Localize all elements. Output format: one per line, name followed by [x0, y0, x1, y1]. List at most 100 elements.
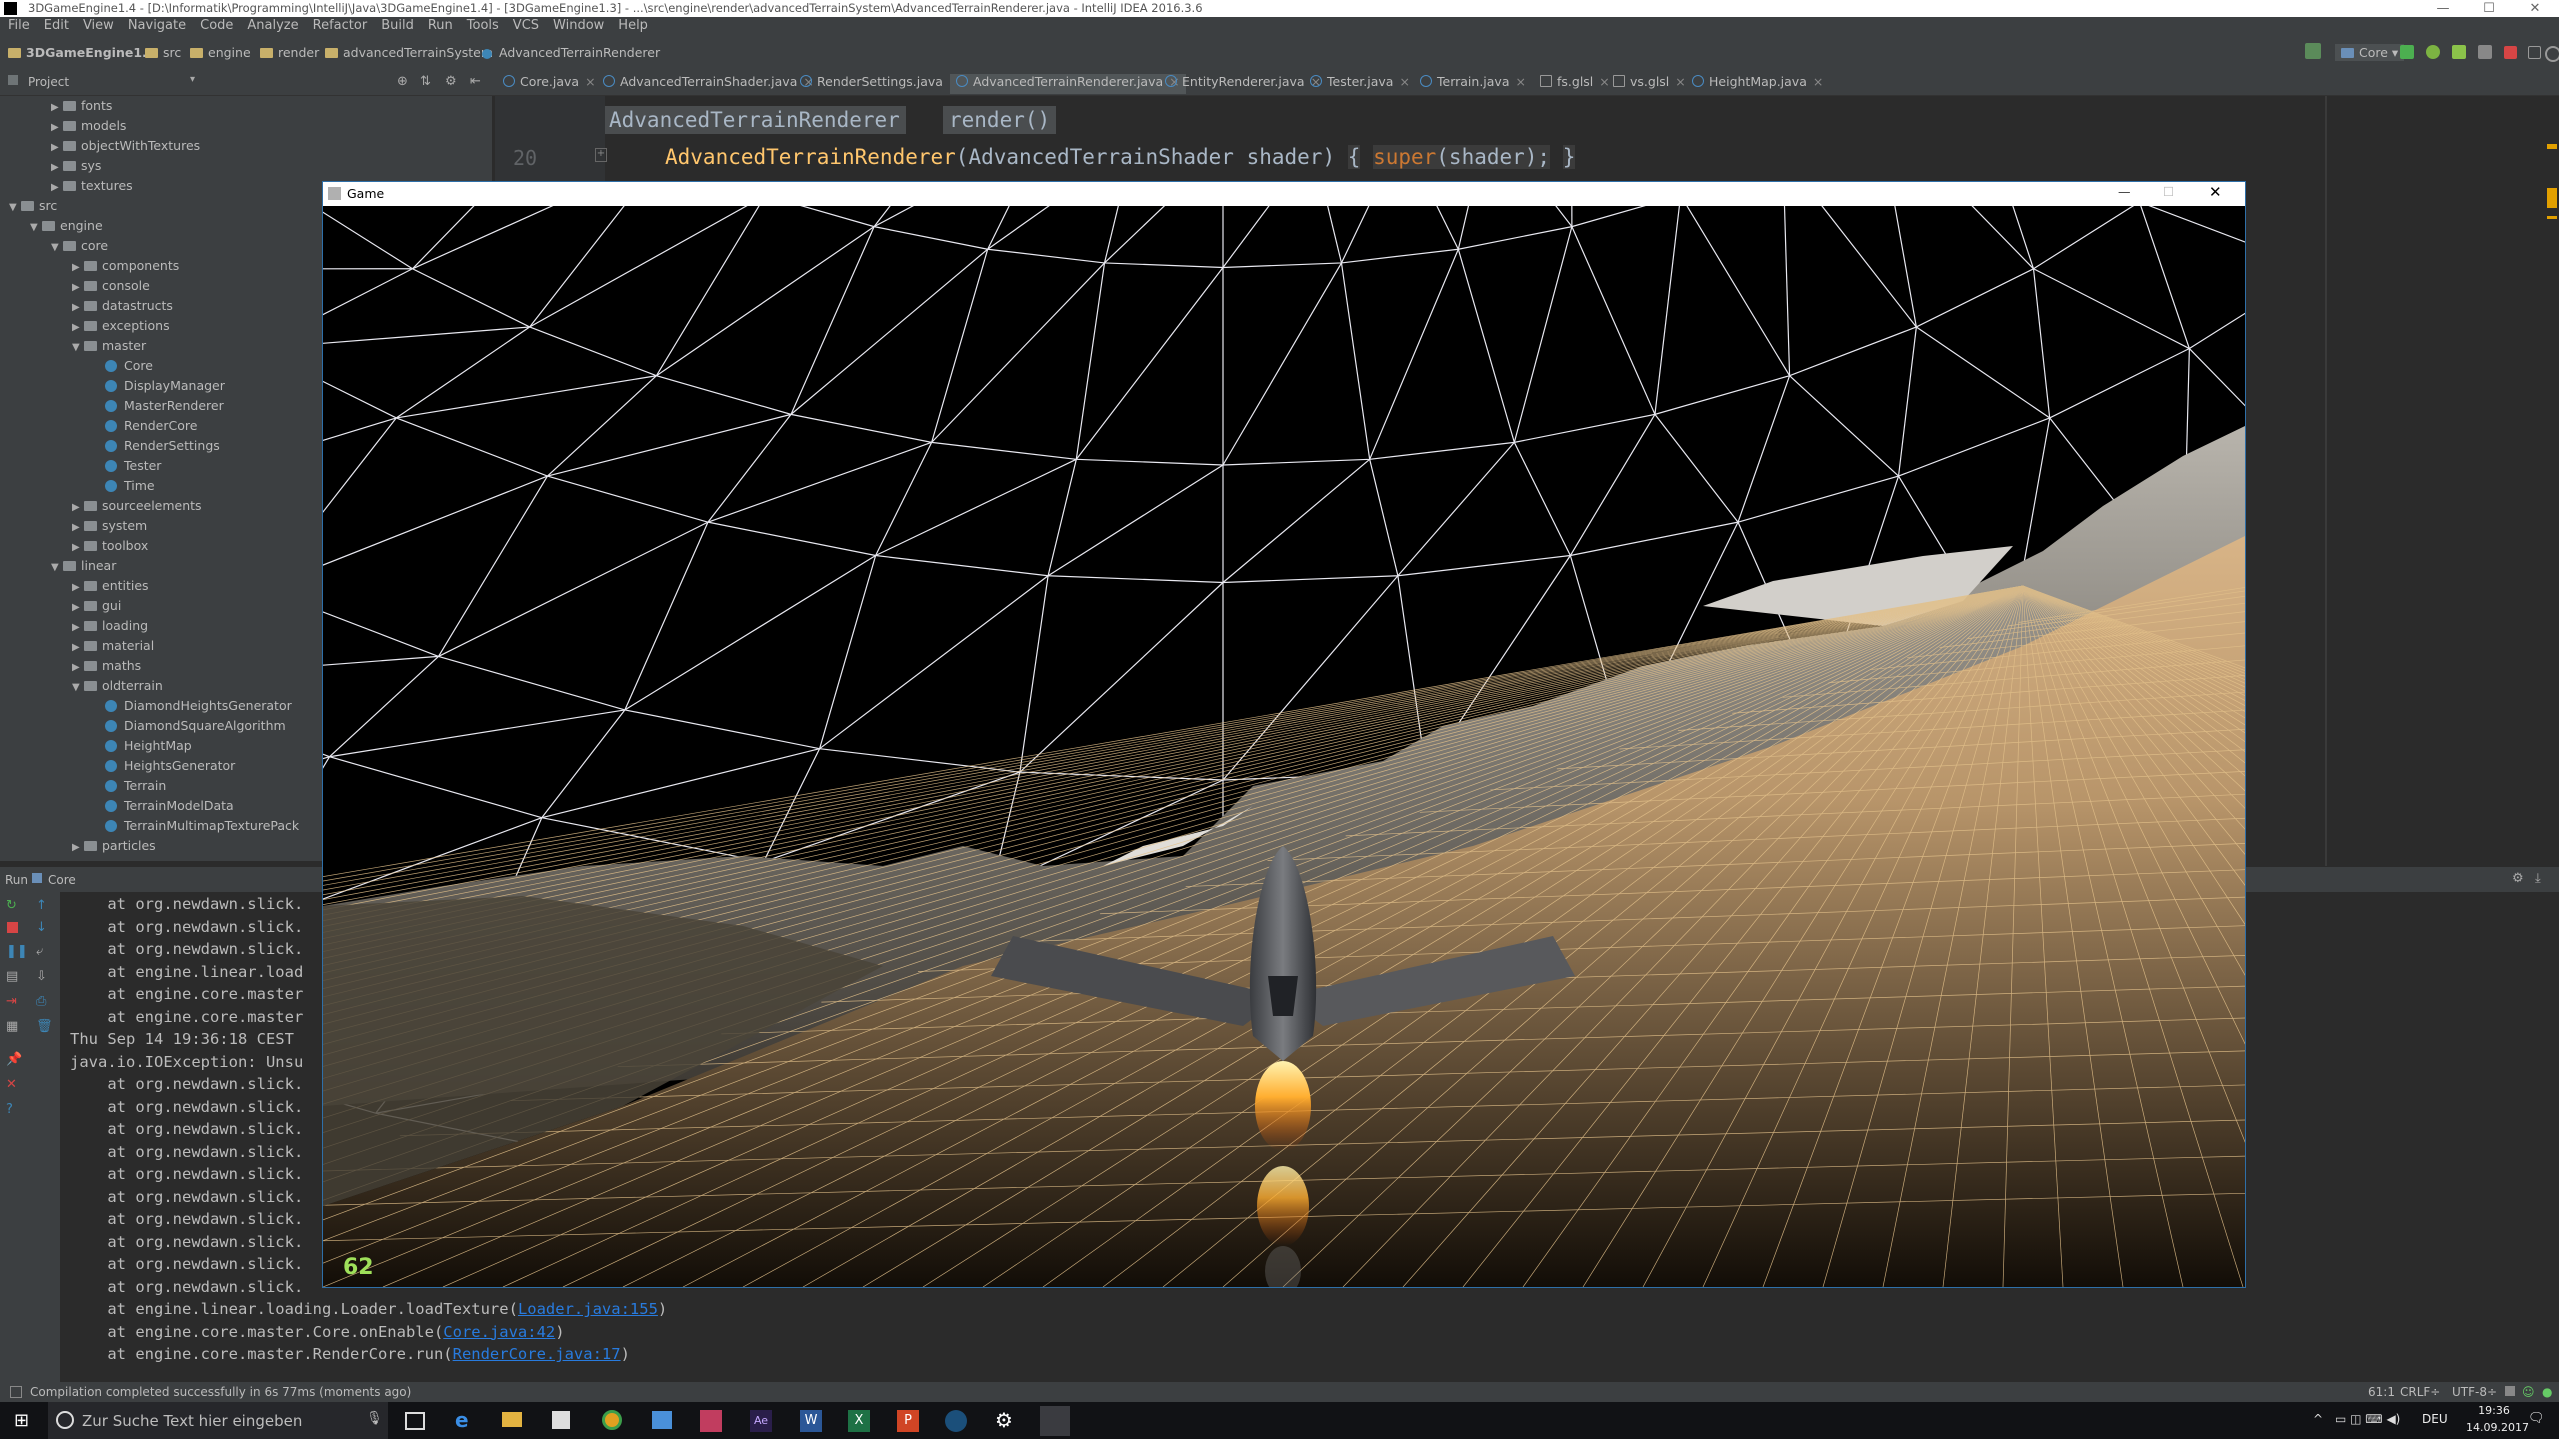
menu-file[interactable]: File — [0, 17, 36, 33]
tab-tester-java[interactable]: Tester.java × — [1310, 74, 1410, 94]
tree-item-time[interactable]: Time — [93, 476, 155, 496]
minimize-icon[interactable]: — — [2420, 0, 2466, 17]
close-tab-icon[interactable]: × — [585, 74, 595, 89]
rerun-icon[interactable]: ↻ — [6, 898, 17, 913]
breadcrumb-render[interactable]: render — [260, 45, 319, 60]
menu-view[interactable]: View — [75, 17, 120, 33]
tree-item-gui[interactable]: ▶ gui — [72, 596, 121, 616]
editor-breadcrumb-class[interactable]: AdvancedTerrainRenderer — [603, 106, 906, 134]
tab-rendersettings-java[interactable]: RenderSettings.java× — [800, 74, 959, 94]
run-panel-label[interactable]: Run — [5, 873, 28, 887]
excel-icon[interactable]: X — [848, 1410, 870, 1432]
pause-icon[interactable]: ❚❚ — [6, 944, 28, 959]
maximize-icon[interactable]: ☐ — [2466, 0, 2512, 17]
tree-item-heightmap[interactable]: HeightMap — [93, 736, 192, 756]
expand-arrow-icon[interactable]: ▼ — [72, 338, 84, 358]
menu-tools[interactable]: Tools — [459, 17, 505, 33]
taskbar-search-box[interactable]: Zur Suche Text hier eingeben 🎙 — [48, 1402, 388, 1439]
line-separator[interactable]: CRLF÷ — [2400, 1385, 2440, 1399]
collapse-arrow-icon[interactable]: ▶ — [51, 158, 63, 178]
collapse-arrow-icon[interactable]: ▶ — [51, 98, 63, 118]
tree-item-console[interactable]: ▶ console — [72, 276, 150, 296]
exit-icon[interactable]: ⇥ — [6, 994, 17, 1009]
tree-item-sourceelements[interactable]: ▶ sourceelements — [72, 496, 202, 516]
chevron-down-icon[interactable]: ▾ — [190, 74, 195, 85]
menu-analyze[interactable]: Analyze — [239, 17, 304, 33]
collapse-arrow-icon[interactable]: ▶ — [72, 838, 84, 858]
tree-item-maths[interactable]: ▶ maths — [72, 656, 141, 676]
expand-arrow-icon[interactable]: ▼ — [51, 238, 63, 258]
stop-icon[interactable] — [2504, 46, 2517, 59]
expand-arrow-icon[interactable]: ▼ — [30, 218, 42, 238]
collapse-arrow-icon[interactable]: ▶ — [72, 298, 84, 318]
collapse-arrow-icon[interactable]: ▶ — [72, 318, 84, 338]
clock-time[interactable]: 19:36 — [2466, 1404, 2522, 1417]
close-tab-icon[interactable]: × — [1675, 74, 1685, 89]
hide-panel-icon[interactable]: ⤓ — [2535, 871, 2541, 886]
settings-icon[interactable]: ▦ — [6, 1019, 18, 1034]
tree-item-linear[interactable]: ▼ linear — [51, 556, 116, 576]
breadcrumb-project[interactable]: 3DGameEngine1.4 — [8, 45, 155, 60]
expand-arrow-icon[interactable]: ▼ — [9, 198, 21, 218]
close-icon[interactable]: ✕ — [6, 1077, 17, 1092]
microphone-icon[interactable]: 🎙 — [366, 1411, 383, 1426]
project-structure-icon[interactable] — [2528, 46, 2541, 59]
tree-item-rendercore[interactable]: RenderCore — [93, 416, 197, 436]
tree-item-textures[interactable]: ▶ textures — [51, 176, 133, 196]
collapse-arrow-icon[interactable]: ▶ — [51, 138, 63, 158]
tree-item-sys[interactable]: ▶ sys — [51, 156, 101, 176]
stop-icon[interactable] — [7, 922, 18, 933]
game-close-icon[interactable]: ✕ — [2209, 183, 2222, 201]
edge-icon[interactable]: e — [455, 1408, 469, 1432]
menu-navigate[interactable]: Navigate — [120, 17, 192, 33]
profile-icon[interactable] — [2478, 45, 2492, 59]
tree-item-models[interactable]: ▶ models — [51, 116, 126, 136]
tree-item-terrain[interactable]: Terrain — [93, 776, 166, 796]
tree-item-objectwithtextures[interactable]: ▶ objectWithTextures — [51, 136, 200, 156]
collapse-arrow-icon[interactable]: ▶ — [51, 178, 63, 198]
windows-start-icon[interactable]: ⊞ — [14, 1410, 29, 1431]
tree-item-tester[interactable]: Tester — [93, 456, 161, 476]
tree-item-loading[interactable]: ▶ loading — [72, 616, 148, 636]
run-icon[interactable] — [2400, 45, 2414, 59]
breadcrumb-advancedterrainsystem[interactable]: advancedTerrainSystem — [325, 45, 493, 60]
scroll-up-icon[interactable]: ↑ — [36, 898, 47, 913]
tree-item-oldterrain[interactable]: ▼ oldterrain — [72, 676, 163, 696]
error-stripe-marker[interactable] — [2547, 144, 2557, 149]
expand-arrow-icon[interactable]: ▼ — [72, 678, 84, 698]
error-stripe-marker[interactable] — [2547, 216, 2557, 219]
tree-item-master[interactable]: ▼ master — [72, 336, 146, 356]
fold-icon[interactable]: + — [595, 148, 607, 162]
steam-icon[interactable] — [945, 1410, 967, 1432]
notification-icon[interactable]: 🗨 — [2528, 1411, 2545, 1426]
status-message[interactable]: Compilation completed successfully in 6s… — [30, 1385, 411, 1399]
tree-item-src[interactable]: ▼ src — [9, 196, 57, 216]
trash-icon[interactable]: 🗑 — [36, 1019, 53, 1034]
event-log-icon[interactable]: ● — [2542, 1385, 2552, 1399]
collapse-arrow-icon[interactable]: ▶ — [72, 258, 84, 278]
tab-heightmap-java[interactable]: HeightMap.java × — [1692, 74, 1823, 94]
scroll-end-icon[interactable]: ⇩ — [36, 969, 47, 984]
word-icon[interactable]: W — [800, 1410, 822, 1432]
collapse-icon[interactable]: ⇅ — [420, 74, 431, 89]
target-icon[interactable]: ⊕ — [397, 74, 408, 89]
powerpoint-icon[interactable]: P — [897, 1410, 919, 1432]
collapse-arrow-icon[interactable]: ▶ — [72, 618, 84, 638]
tray-overflow-icon[interactable]: ^ — [2313, 1412, 2323, 1426]
store-icon[interactable] — [552, 1411, 570, 1429]
collapse-arrow-icon[interactable]: ▶ — [72, 518, 84, 538]
collapse-arrow-icon[interactable]: ▶ — [72, 498, 84, 518]
tab-entityrenderer-java[interactable]: EntityRenderer.java × — [1165, 74, 1321, 94]
run-config-tab[interactable]: Core — [48, 873, 76, 887]
menu-refactor[interactable]: Refactor — [305, 17, 374, 33]
tree-item-diamondsquarealgorithm[interactable]: DiamondSquareAlgorithm — [93, 716, 286, 736]
collapse-arrow-icon[interactable]: ▶ — [72, 598, 84, 618]
clock-date[interactable]: 14.09.2017 — [2466, 1421, 2529, 1434]
game-taskbar-icon[interactable] — [1040, 1406, 1070, 1436]
tree-item-masterrenderer[interactable]: MasterRenderer — [93, 396, 224, 416]
collapse-arrow-icon[interactable]: ▶ — [72, 638, 84, 658]
error-stripe-marker[interactable] — [2547, 188, 2557, 208]
task-view-icon[interactable] — [405, 1412, 425, 1430]
tree-item-entities[interactable]: ▶ entities — [72, 576, 149, 596]
tree-item-core[interactable]: Core — [93, 356, 153, 376]
